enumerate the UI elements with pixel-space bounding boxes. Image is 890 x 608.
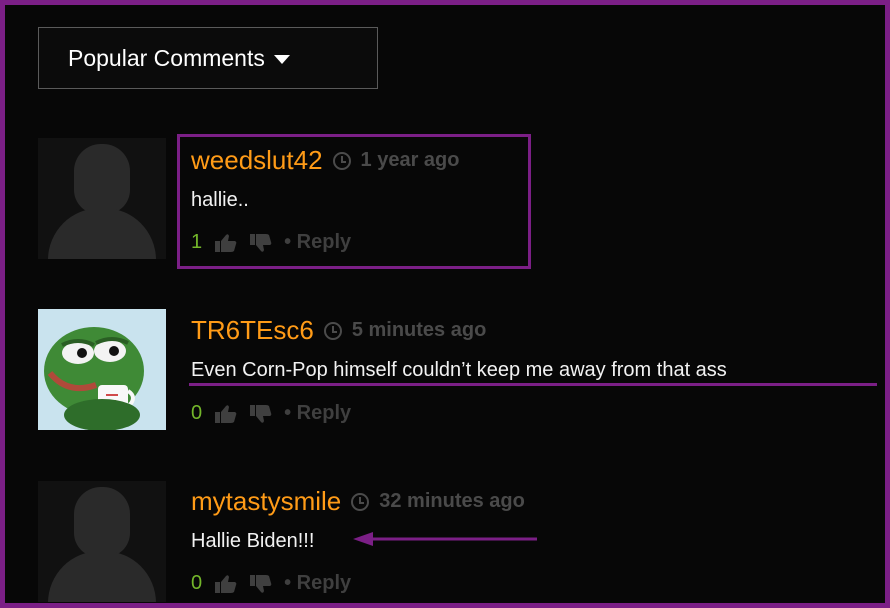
highlight-arrow-icon xyxy=(353,532,537,546)
vote-count: 0 xyxy=(191,402,203,424)
comment-text: Even Corn-Pop himself couldn’t keep me a… xyxy=(191,359,727,381)
comment-text: Hallie Biden!!! xyxy=(191,530,315,552)
highlight-box xyxy=(177,134,531,269)
pepe-frog-avatar[interactable] xyxy=(38,309,166,430)
caret-down-icon xyxy=(273,55,290,64)
comments-panel: Popular Comments weedslut42 1 year ago h… xyxy=(0,0,890,608)
popular-comments-dropdown[interactable]: Popular Comments xyxy=(38,27,378,89)
reply-link[interactable]: • Reply xyxy=(284,572,351,595)
comment-header: TR6TEsc6 5 minutes ago xyxy=(191,315,486,346)
comment-actions: 0 • Reply xyxy=(191,402,351,425)
thumbs-down-icon[interactable] xyxy=(249,404,273,424)
thumbs-up-icon[interactable] xyxy=(214,404,238,424)
comment-header: mytastysmile 32 minutes ago xyxy=(191,486,525,517)
dropdown-label: Popular Comments xyxy=(68,44,265,71)
thumbs-down-icon[interactable] xyxy=(249,574,273,594)
clock-icon xyxy=(351,492,370,511)
timestamp: 5 minutes ago xyxy=(351,319,487,341)
highlight-underline xyxy=(189,383,877,386)
vote-count: 0 xyxy=(191,572,203,594)
pepe-frog-icon xyxy=(38,309,166,430)
avatar[interactable] xyxy=(38,481,166,602)
thumbs-up-icon[interactable] xyxy=(214,574,238,594)
username[interactable]: TR6TEsc6 xyxy=(191,315,314,346)
username[interactable]: mytastysmile xyxy=(191,486,341,517)
reply-link[interactable]: • Reply xyxy=(284,402,351,425)
comment-actions: 0 • Reply xyxy=(191,572,351,595)
clock-icon xyxy=(323,321,342,340)
avatar[interactable] xyxy=(38,138,166,259)
timestamp: 32 minutes ago xyxy=(379,490,525,512)
